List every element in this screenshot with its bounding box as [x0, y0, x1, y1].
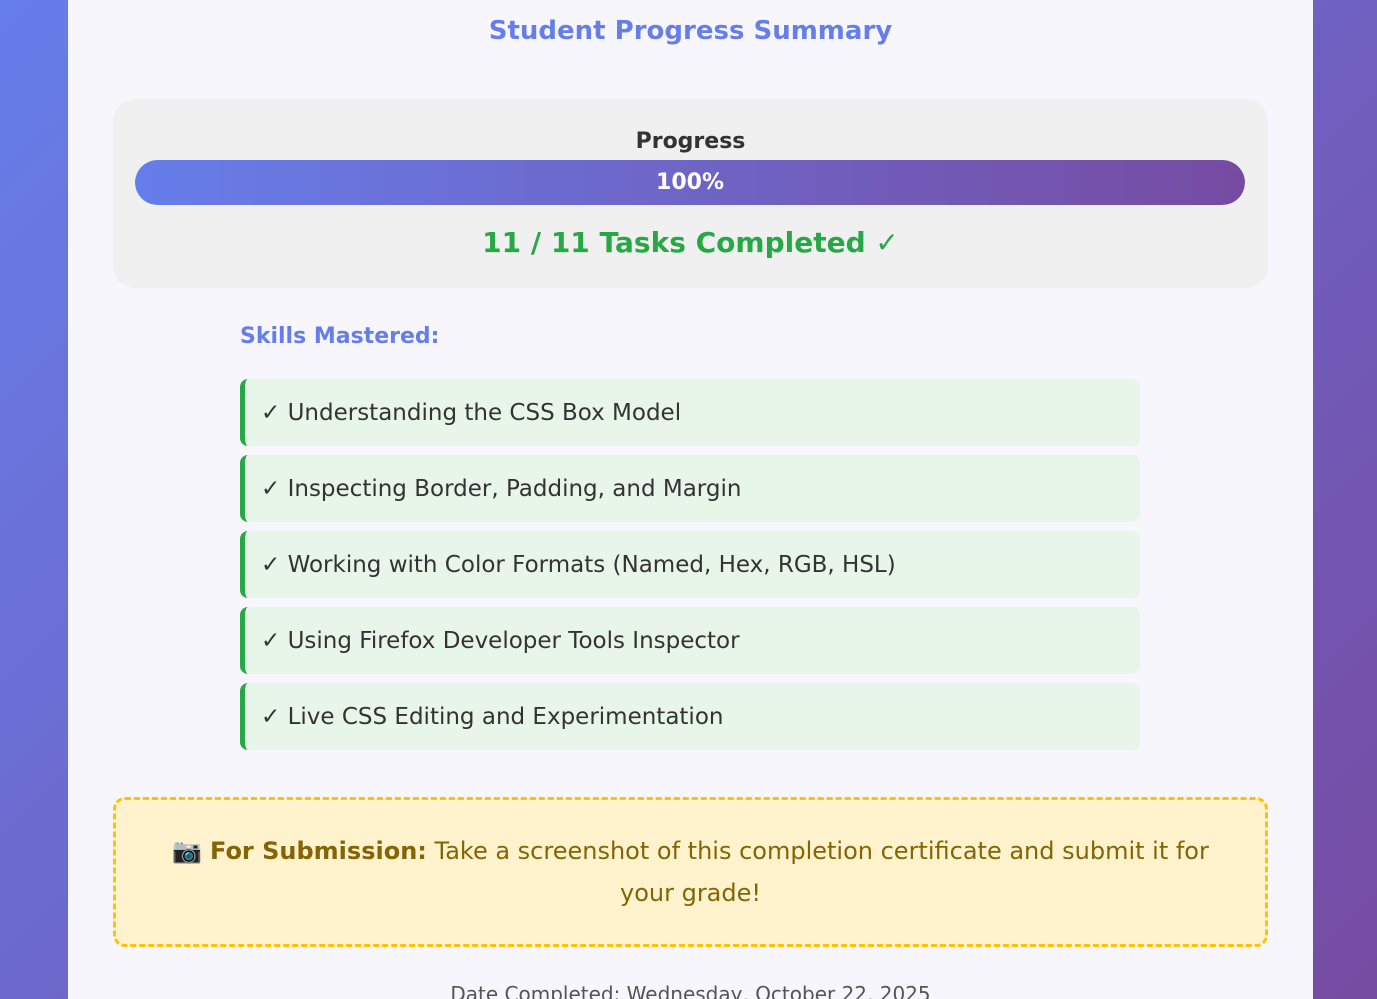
- skills-list: ✓ Understanding the CSS Box Model ✓ Insp…: [240, 379, 1140, 759]
- progress-percent: 100%: [656, 170, 724, 195]
- progress-fill: 100%: [135, 160, 1245, 205]
- camera-icon: 📷: [172, 837, 203, 865]
- progress-label: Progress: [635, 129, 746, 154]
- certificate-card: Student Progress Summary Progress 100% 1…: [68, 0, 1313, 999]
- skill-item: ✓ Inspecting Border, Padding, and Margin: [240, 455, 1140, 522]
- submission-body: Take a screenshot of this completion cer…: [426, 837, 1209, 907]
- tasks-completed: 11 / 11 Tasks Completed ✓: [482, 226, 899, 259]
- skill-item: ✓ Working with Color Formats (Named, Hex…: [240, 531, 1140, 598]
- progress-box: Progress 100% 11 / 11 Tasks Completed ✓: [113, 99, 1268, 288]
- skill-item: ✓ Live CSS Editing and Experimentation: [240, 683, 1140, 750]
- submission-note: 📷 For Submission: Take a screenshot of th…: [113, 797, 1268, 947]
- skills-heading: Skills Mastered:: [240, 324, 440, 349]
- submission-text: 📷 For Submission: Take a screenshot of th…: [164, 830, 1217, 914]
- skill-item: ✓ Using Firefox Developer Tools Inspecto…: [240, 607, 1140, 674]
- submission-label: For Submission:: [210, 837, 427, 865]
- skill-item: ✓ Understanding the CSS Box Model: [240, 379, 1140, 446]
- date-completed: Date Completed: Wednesday, October 22, 2…: [450, 982, 931, 999]
- progress-bar: 100%: [135, 160, 1245, 205]
- summary-title: Student Progress Summary: [488, 16, 893, 46]
